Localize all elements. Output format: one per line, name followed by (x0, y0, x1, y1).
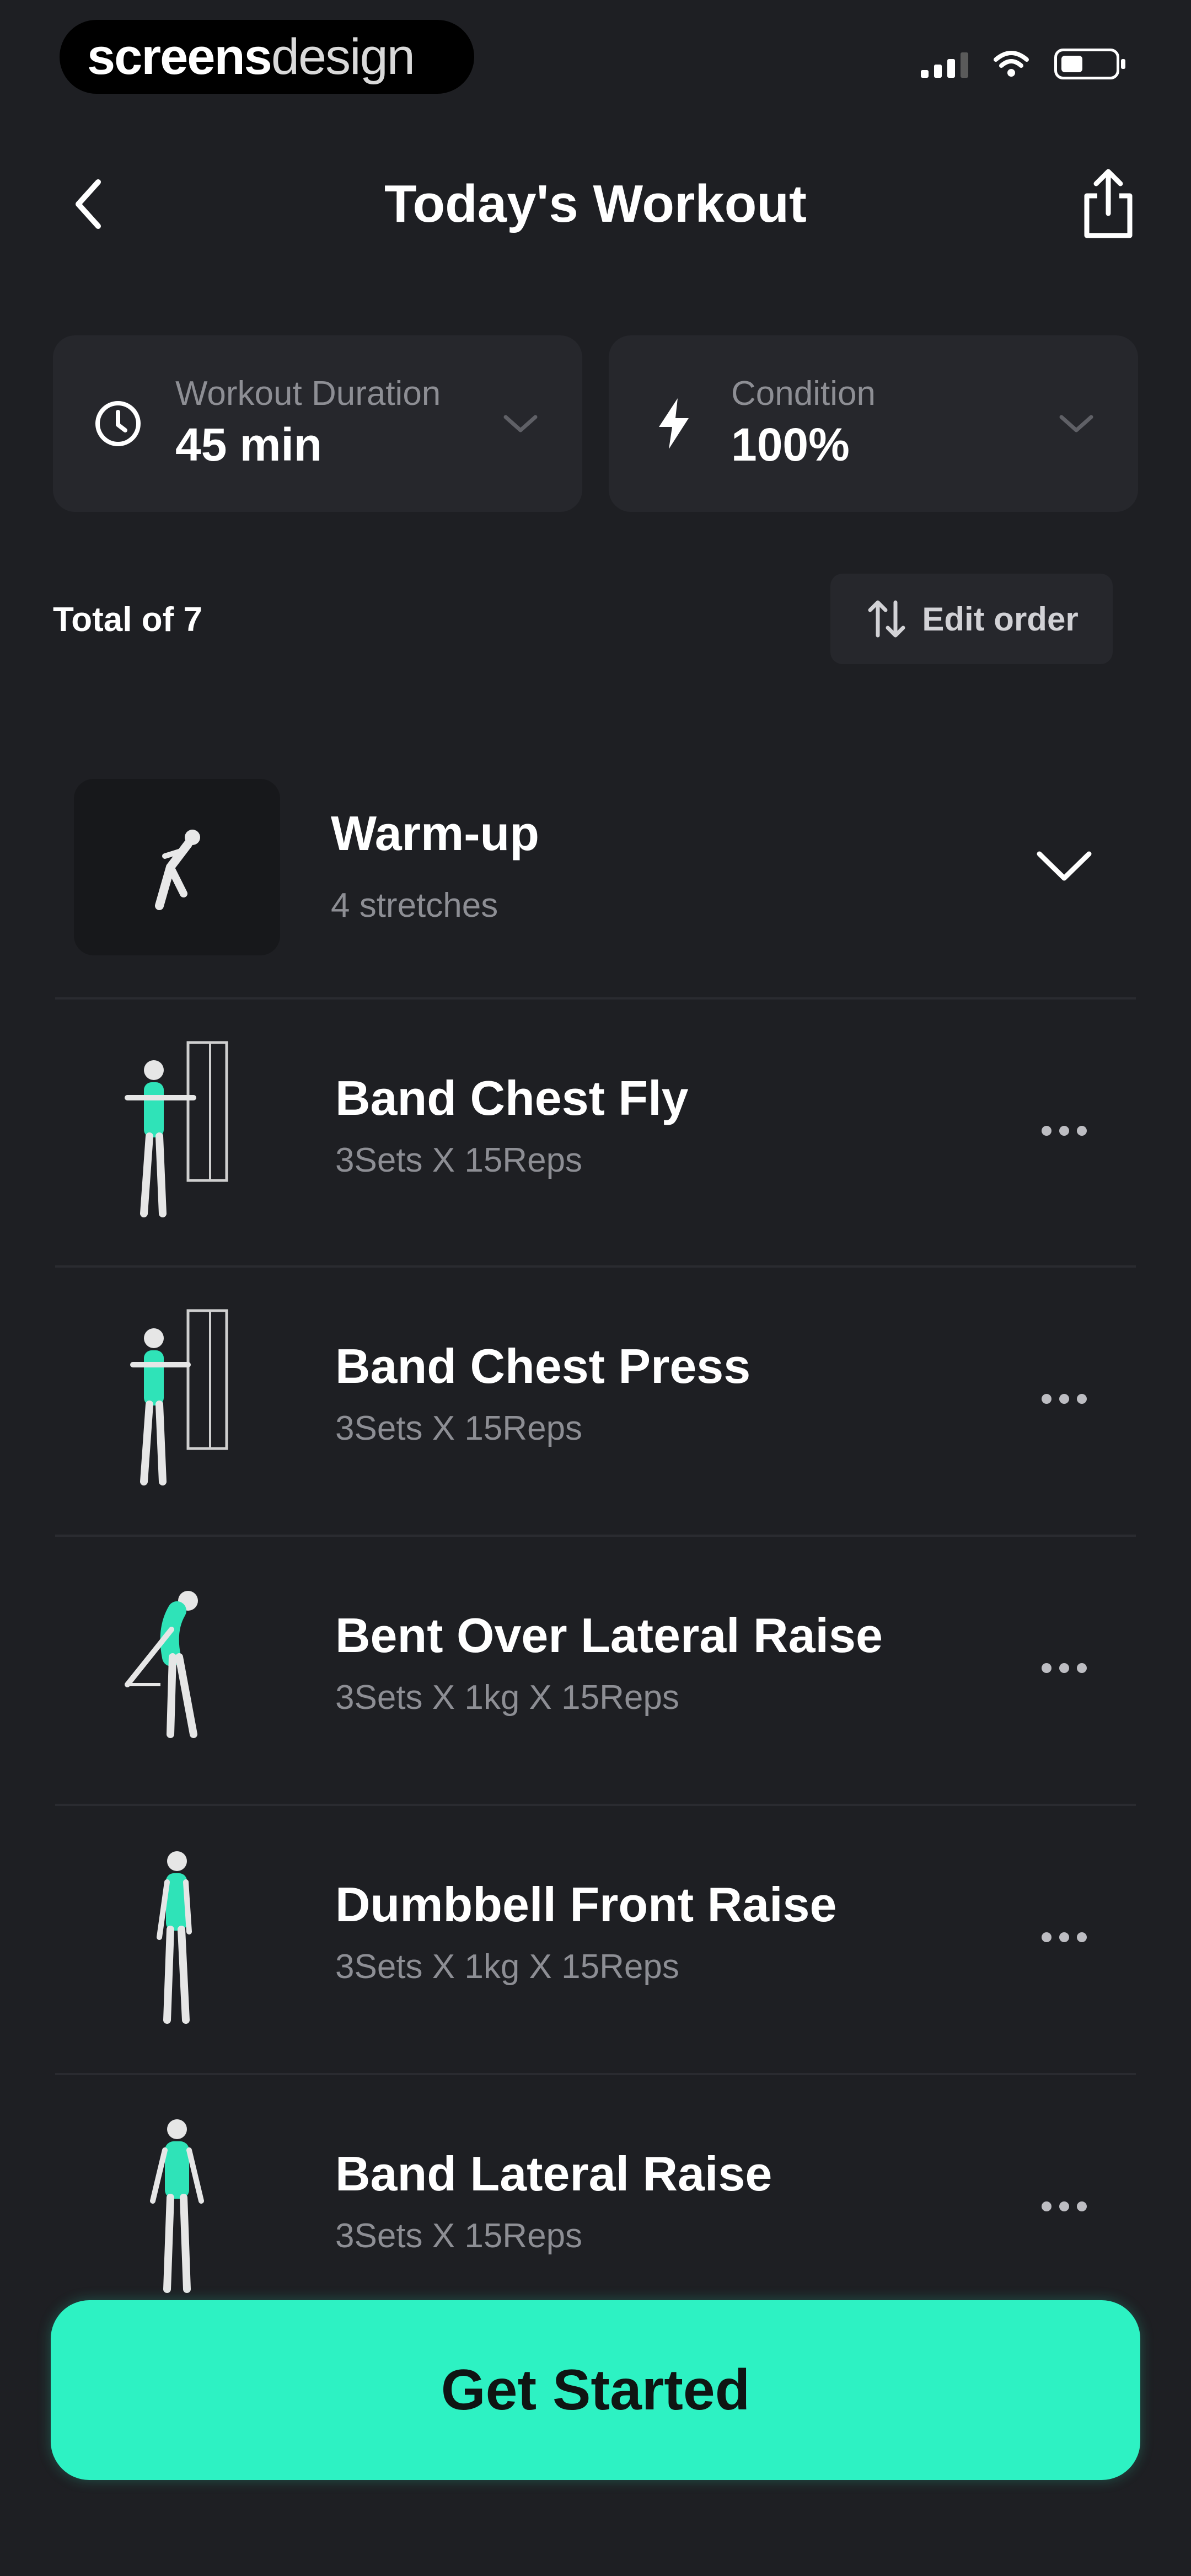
dumbbell-front-raise-figure-icon (157, 1851, 192, 2024)
more-options-button[interactable] (1026, 1904, 1103, 1970)
clock-icon (92, 397, 144, 450)
share-icon (1084, 169, 1133, 238)
duration-value: 45 min (175, 419, 323, 471)
exercise-thumbnail (74, 1558, 280, 1778)
more-options-button[interactable] (1026, 2173, 1103, 2240)
divider (55, 2073, 1136, 2075)
divider (55, 1535, 1136, 1537)
brand-secondary: design (271, 28, 415, 85)
exercise-detail: 3Sets X 1kg X 15Reps (335, 1679, 679, 1717)
more-options-button[interactable] (1026, 1098, 1103, 1164)
more-options-button[interactable] (1026, 1366, 1103, 1432)
exercise-thumbnail (74, 1020, 280, 1241)
warmup-subtitle: 4 stretches (331, 886, 498, 924)
exercise-detail: 3Sets X 15Reps (335, 2217, 583, 2255)
share-button[interactable] (1070, 165, 1147, 243)
exercise-row-dumbbell-front-raise[interactable]: Dumbbell Front Raise 3Sets X 1kg X 15Rep… (55, 1810, 1136, 2070)
chevron-down-icon (1037, 851, 1092, 881)
duration-label: Workout Duration (175, 375, 441, 413)
warmup-row[interactable]: Warm-up 4 stretches (55, 767, 1136, 976)
exercise-name: Band Chest Press (335, 1339, 751, 1393)
status-icons (921, 49, 1125, 79)
condition-selector[interactable]: Condition 100% (609, 335, 1138, 512)
header: Today's Workout (0, 149, 1191, 259)
expand-warmup-button[interactable] (1026, 827, 1103, 905)
exercise-name: Bent Over Lateral Raise (335, 1608, 883, 1663)
exercise-detail: 3Sets X 15Reps (335, 1141, 583, 1179)
exercise-name: Dumbbell Front Raise (335, 1877, 837, 1932)
brand-primary: screens (87, 28, 272, 85)
workout-duration-selector[interactable]: Workout Duration 45 min (53, 335, 582, 512)
more-options-button[interactable] (1026, 1635, 1103, 1701)
band-chest-fly-figure-icon (125, 1041, 228, 1217)
exercise-row-band-lateral-raise[interactable]: Band Lateral Raise 3Sets X 15Reps (55, 2080, 1136, 2300)
divider (55, 1804, 1136, 1806)
edit-order-label: Edit order (922, 600, 1079, 638)
chevron-down-icon (1053, 400, 1099, 447)
divider (55, 997, 1136, 1000)
battery-icon (1054, 49, 1125, 79)
cellular-signal-icon (921, 50, 968, 78)
get-started-button[interactable]: Get Started (51, 2300, 1140, 2480)
condition-label: Condition (731, 375, 876, 413)
brand-watermark: screens design (60, 20, 474, 94)
exercise-detail: 3Sets X 15Reps (335, 1409, 583, 1447)
stretch-figure-icon (155, 830, 200, 910)
edit-order-button[interactable]: Edit order (830, 574, 1113, 664)
workout-screen: screens design Today's Workout Workout D… (0, 0, 1191, 2576)
chevron-down-icon (497, 400, 544, 447)
status-bar: screens design (0, 0, 1191, 116)
exercise-name: Band Lateral Raise (335, 2146, 772, 2201)
exercise-detail: 3Sets X 1kg X 15Reps (335, 1948, 679, 1986)
exercise-row-band-chest-press[interactable]: Band Chest Press 3Sets X 15Reps (55, 1272, 1136, 1531)
exercise-row-bent-over-lateral-raise[interactable]: Bent Over Lateral Raise 3Sets X 1kg X 15… (55, 1541, 1136, 1800)
exercise-row-band-chest-fly[interactable]: Band Chest Fly 3Sets X 15Reps (55, 1004, 1136, 1263)
divider (55, 1265, 1136, 1268)
band-chest-press-figure-icon (130, 1309, 228, 1485)
warmup-thumbnail (74, 779, 280, 955)
exercise-thumbnail (74, 1827, 280, 2048)
lightning-icon (647, 397, 700, 450)
warmup-title: Warm-up (331, 806, 540, 861)
exercise-name: Band Chest Fly (335, 1071, 689, 1125)
condition-value: 100% (731, 419, 850, 471)
wifi-icon (994, 51, 1029, 77)
exercise-thumbnail (74, 2096, 280, 2300)
page-title: Today's Workout (384, 174, 807, 233)
exercise-thumbnail (74, 1289, 280, 1509)
band-lateral-raise-figure-icon (150, 2119, 204, 2293)
exercise-total-count: Total of 7 (53, 601, 202, 639)
sort-arrows-icon (868, 600, 905, 638)
bent-over-lateral-raise-figure-icon (125, 1591, 198, 1738)
